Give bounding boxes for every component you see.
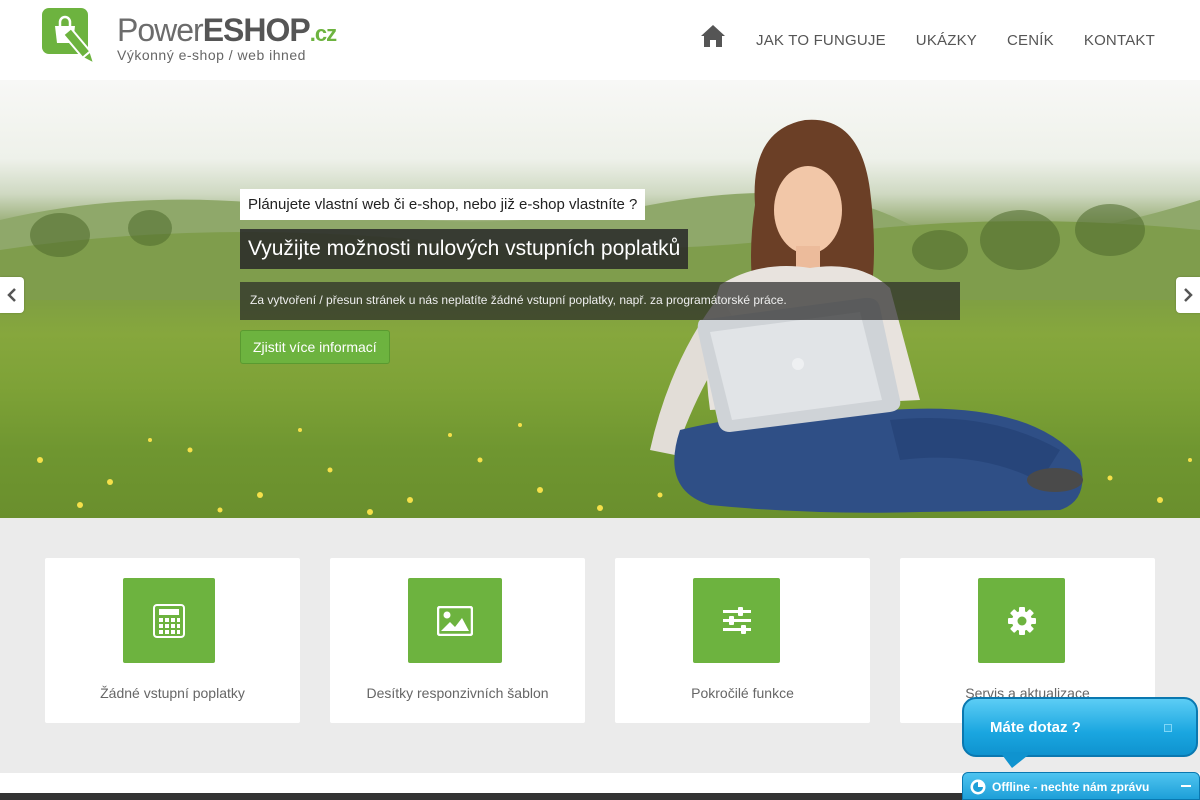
- chat-question: Máte dotaz ?: [990, 719, 1081, 736]
- chat-prompt-bubble[interactable]: Máte dotaz ?: [962, 697, 1198, 757]
- image-icon: [408, 578, 502, 663]
- logo-wordmark: PowerESHOP.cz: [117, 12, 337, 48]
- main-navigation: JAK TO FUNGUJE UKÁZKY CENÍK KONTAKT: [700, 22, 1155, 49]
- feature-card-advanced[interactable]: Pokročilé funkce: [615, 558, 870, 723]
- nav-kontakt[interactable]: KONTAKT: [1084, 22, 1155, 49]
- chat-status-text: Offline - nechte nám zprávu: [992, 780, 1150, 794]
- feature-label: Žádné vstupní poplatky: [100, 685, 245, 701]
- nav-cenik[interactable]: CENÍK: [1007, 22, 1054, 49]
- chat-status-bar[interactable]: Offline - nechte nám zprávu: [962, 772, 1200, 800]
- feature-card-templates[interactable]: Desítky responzivních šablon: [330, 558, 585, 723]
- chat-icon: [970, 779, 986, 795]
- site-logo[interactable]: PowerESHOP.cz Výkonný e-shop / web ihned: [40, 6, 360, 74]
- nav-jak-to-funguje[interactable]: JAK TO FUNGUJE: [756, 22, 886, 49]
- home-icon[interactable]: [700, 23, 726, 49]
- slider-next-button[interactable]: [1176, 277, 1200, 313]
- hero-tagline: Plánujete vlastní web či e-shop, nebo ji…: [240, 189, 646, 220]
- gear-icon: [978, 578, 1065, 663]
- chat-bubble-tail: [1000, 752, 1032, 768]
- sliders-icon: [693, 578, 780, 663]
- feature-label: Pokročilé funkce: [691, 685, 794, 701]
- logo-tagline: Výkonný e-shop / web ihned: [117, 47, 306, 63]
- chevron-right-icon: [1184, 288, 1193, 302]
- feature-card-no-fees[interactable]: Žádné vstupní poplatky: [45, 558, 300, 723]
- hero-description: Za vytvoření / přesun stránek u nás nepl…: [240, 282, 960, 320]
- shopping-bag-pencil-icon: [42, 8, 96, 66]
- chevron-left-icon: [7, 288, 16, 302]
- more-info-button[interactable]: Zjistit více informací: [240, 330, 390, 364]
- hero-slider: Plánujete vlastní web či e-shop, nebo ji…: [0, 80, 1200, 518]
- calculator-icon: [123, 578, 215, 663]
- slider-prev-button[interactable]: [0, 277, 24, 313]
- site-header: PowerESHOP.cz Výkonný e-shop / web ihned…: [0, 0, 1200, 80]
- minimize-icon[interactable]: [1181, 785, 1191, 787]
- chat-bubble-close-icon[interactable]: [1164, 724, 1172, 732]
- nav-ukazky[interactable]: UKÁZKY: [916, 22, 977, 49]
- feature-label: Desítky responzivních šablon: [366, 685, 549, 701]
- hero-title: Využijte možnosti nulových vstupních pop…: [240, 229, 689, 269]
